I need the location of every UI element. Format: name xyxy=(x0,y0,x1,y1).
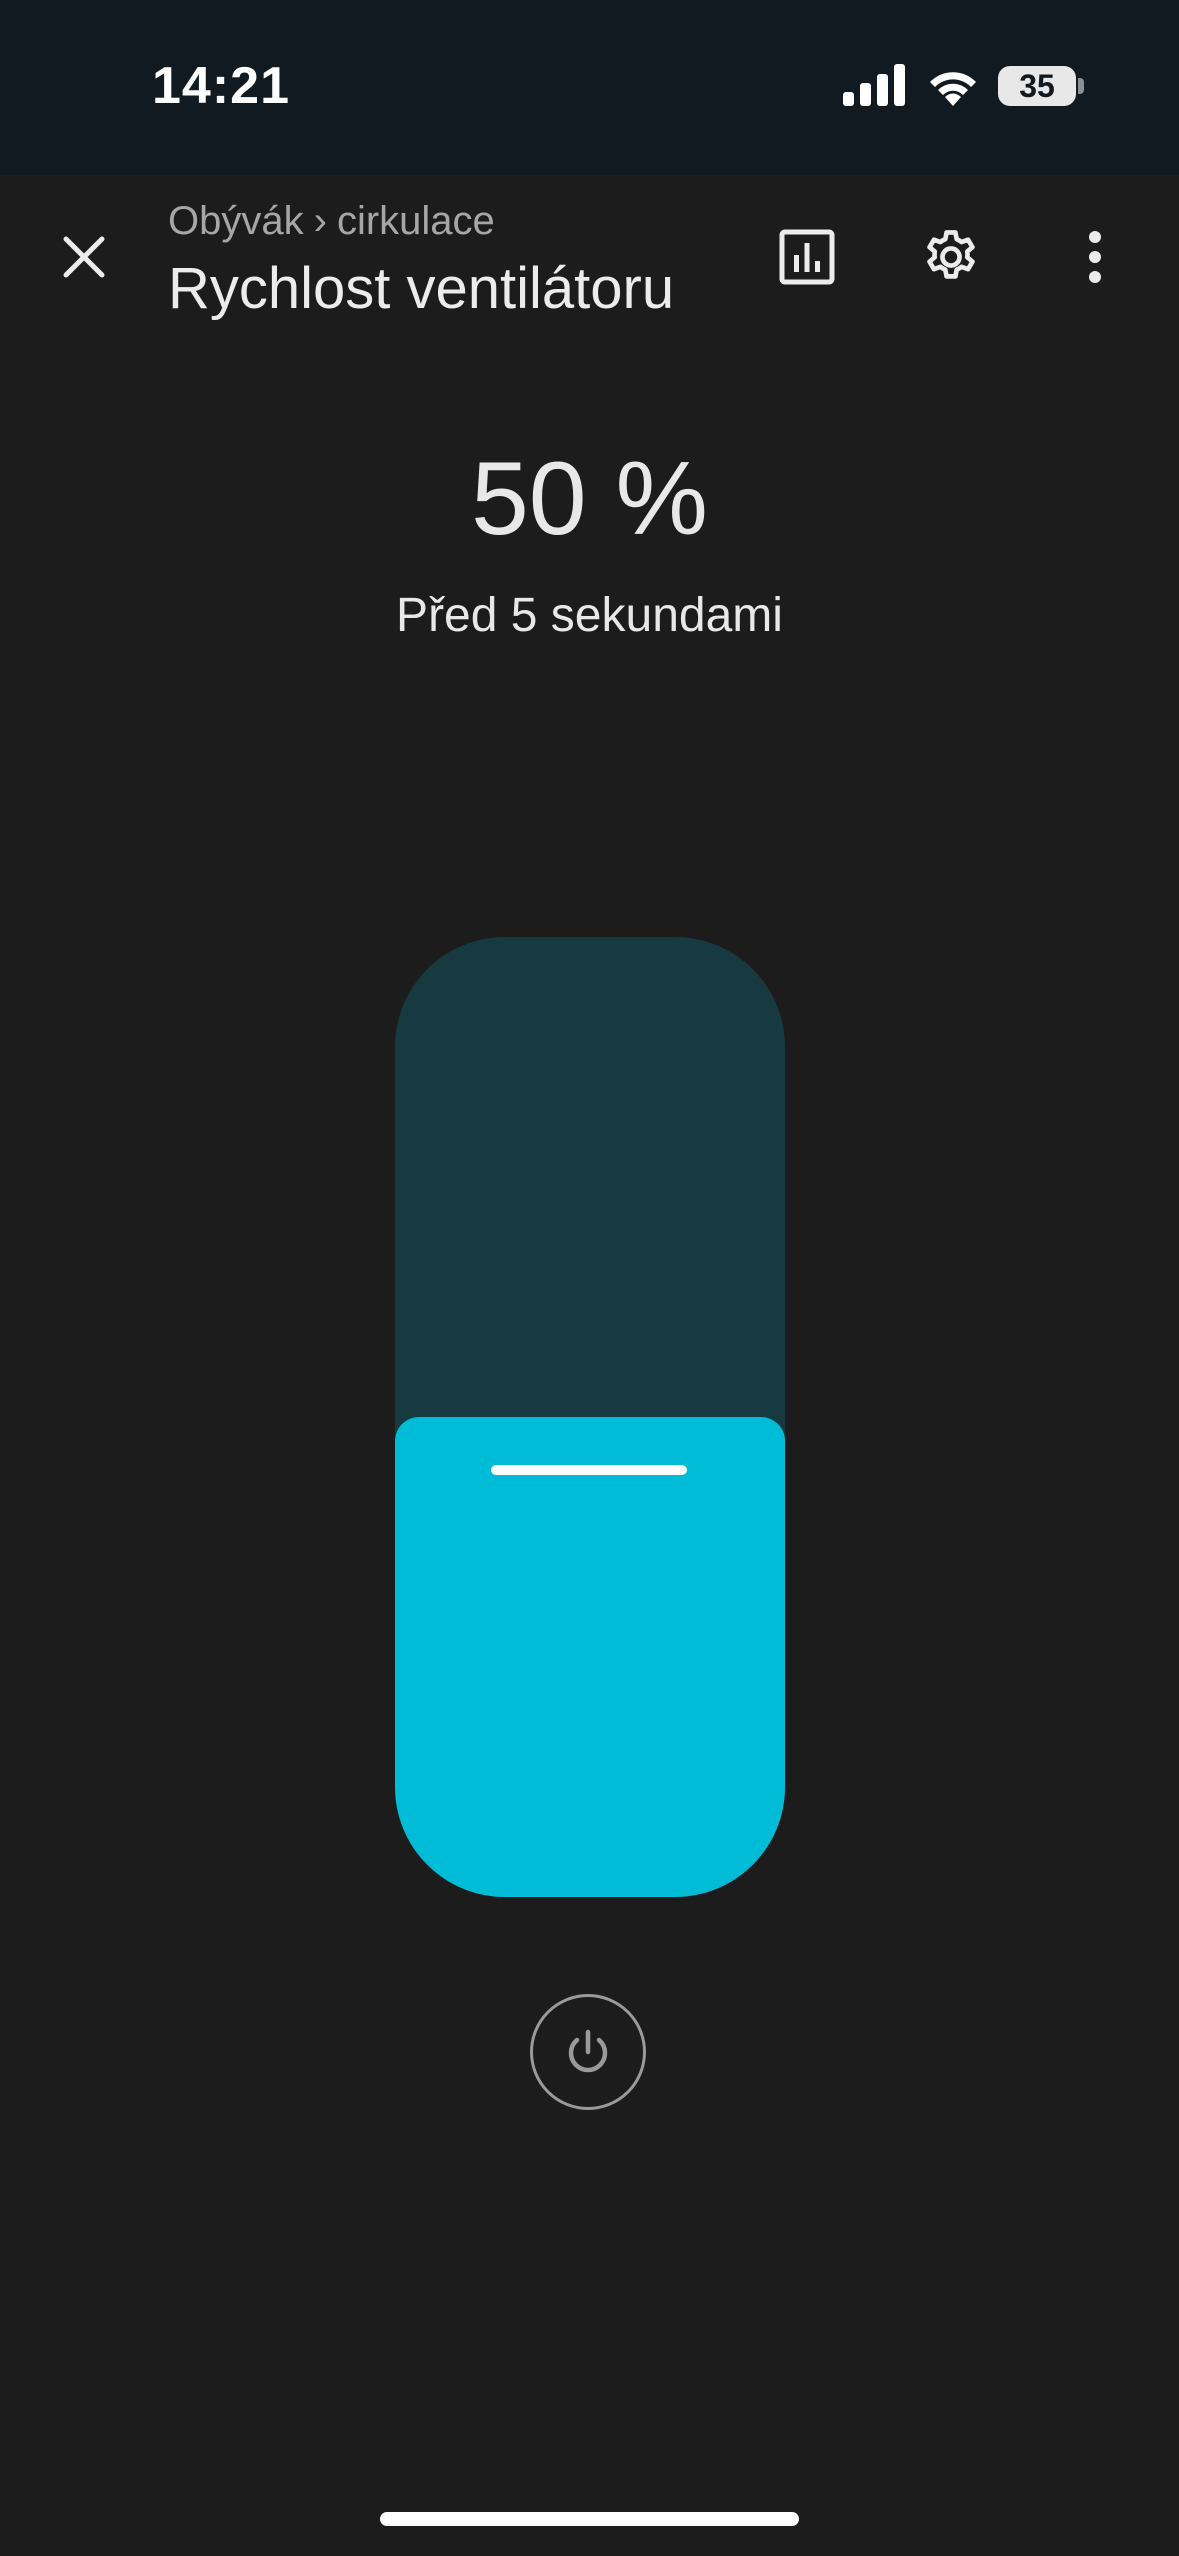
signal-icon xyxy=(843,64,905,106)
battery-nub xyxy=(1078,78,1084,94)
breadcrumb-device: cirkulace xyxy=(336,199,495,243)
breadcrumb: Obývák › cirkulace xyxy=(168,199,495,244)
fan-speed-slider[interactable] xyxy=(395,937,785,1897)
history-button[interactable] xyxy=(765,215,849,299)
slider-fill xyxy=(395,1417,785,1897)
breadcrumb-area: Obývák xyxy=(168,199,304,243)
chart-icon xyxy=(779,229,835,285)
status-time: 14:21 xyxy=(152,57,290,115)
home-indicator[interactable] xyxy=(380,2512,799,2526)
battery-level: 35 xyxy=(1019,67,1055,104)
wifi-icon xyxy=(930,72,976,106)
power-button[interactable] xyxy=(530,1994,646,2110)
last-updated: Před 5 sekundami xyxy=(396,589,783,642)
gear-icon xyxy=(927,230,975,279)
close-icon xyxy=(63,236,105,278)
breadcrumb-separator: › xyxy=(313,199,327,243)
battery-icon: 35 xyxy=(998,66,1076,106)
settings-button[interactable] xyxy=(909,215,993,299)
more-options-button[interactable] xyxy=(1053,215,1137,299)
more-vert-icon xyxy=(1089,231,1101,283)
current-value: 50 % xyxy=(470,441,709,557)
page-title: Rychlost ventilátoru xyxy=(168,256,675,321)
status-bar: 14:21 35 xyxy=(0,0,1179,175)
app-header: Obývák › cirkulace Rychlost ventilátoru xyxy=(0,175,1179,350)
close-button[interactable] xyxy=(44,217,124,297)
slider-handle[interactable] xyxy=(491,1465,687,1475)
power-icon xyxy=(568,2029,608,2073)
